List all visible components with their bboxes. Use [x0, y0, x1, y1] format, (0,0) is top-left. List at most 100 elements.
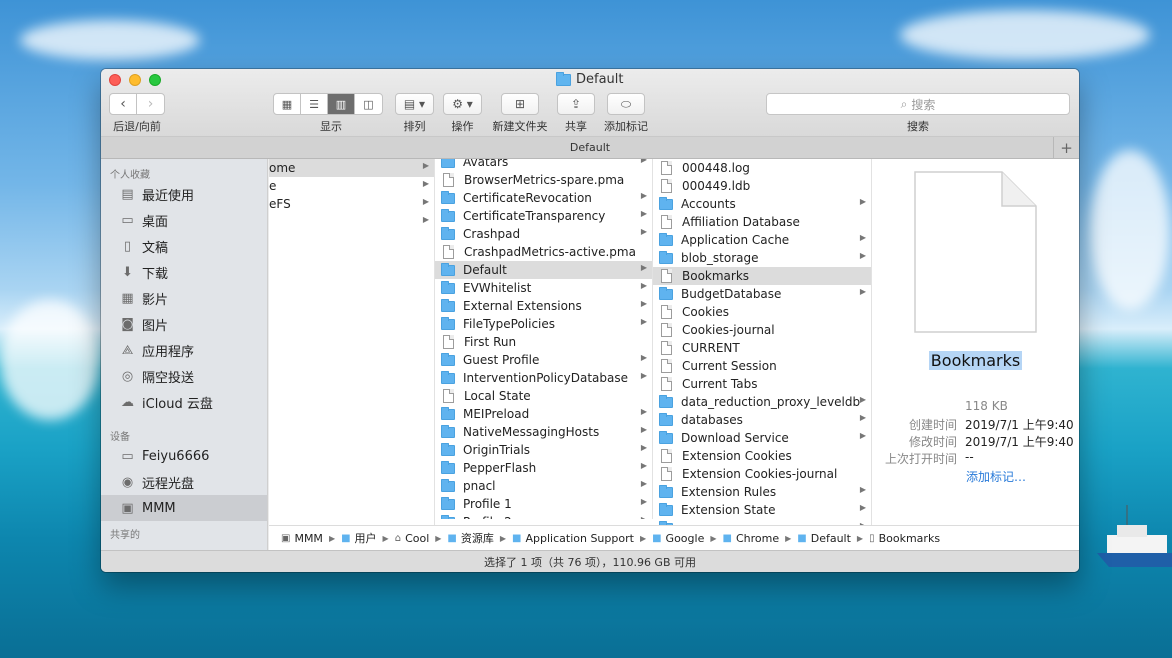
sidebar-item-applications[interactable]: ⟁ 应用程序 [101, 337, 267, 363]
forward-button[interactable]: › [137, 94, 164, 114]
folder-row[interactable]: PepperFlash ▶ [435, 459, 652, 477]
folder-row[interactable]: Profile 1 ▶ [435, 495, 652, 513]
row-label: CertificateRevocation [463, 191, 592, 205]
tags-button[interactable]: ⬭ [607, 93, 645, 115]
folder-icon: ■ [797, 532, 807, 544]
file-row[interactable]: Local State [435, 387, 652, 405]
folder-row[interactable]: ▶ [269, 213, 434, 231]
path-segment[interactable]: ■ Default [797, 532, 851, 545]
path-segment[interactable]: ■ 资源库 [447, 530, 493, 546]
folder-row[interactable]: Crashpad ▶ [435, 225, 652, 243]
sidebar-item-disk[interactable]: ▣ MMM [101, 495, 267, 521]
file-icon [443, 389, 454, 403]
folder-row[interactable]: databases ▶ [653, 411, 871, 429]
sidebar-item-icloud[interactable]: ☁ iCloud 云盘 [101, 389, 267, 415]
path-segment[interactable]: ■ Application Support [512, 532, 634, 545]
folder-row[interactable]: eFS ▶ [269, 195, 434, 213]
chevron-right-icon: ▶ [710, 533, 717, 543]
view-mode-control: ▦ ☰ ▥ ◫ [273, 93, 383, 115]
sidebar-item-documents[interactable]: ▯ 文稿 [101, 233, 267, 259]
file-row[interactable]: 000448.log [653, 159, 871, 177]
zoom-button[interactable] [149, 74, 161, 86]
file-row[interactable]: Current Session [653, 357, 871, 375]
gallery-view-button[interactable]: ◫ [355, 94, 382, 114]
folder-row[interactable]: External Extensions ▶ [435, 297, 652, 315]
file-icon [661, 323, 672, 337]
file-icon [661, 341, 672, 355]
folder-row[interactable]: Profile 2 ▶ [435, 513, 652, 519]
folder-row[interactable]: InterventionPolicyDatabase ▶ [435, 369, 652, 387]
folder-row[interactable]: NativeMessagingHosts ▶ [435, 423, 652, 441]
minimize-button[interactable] [129, 74, 141, 86]
folder-row[interactable]: MEIPreload ▶ [435, 405, 652, 423]
folder-icon [441, 190, 455, 204]
folder-row[interactable]: Application Cache ▶ [653, 231, 871, 249]
title-bar: Default ‹ › 后退/向前 ▦ ☰ ▥ ◫ 显示 ▤ ▾ 排列 ⚙ ▾ … [101, 69, 1079, 137]
path-segment[interactable]: ▣ MMM [281, 532, 323, 545]
folder-row[interactable]: Extension State ▶ [653, 501, 871, 519]
add-tags-link[interactable]: 添加标记… [966, 468, 1026, 485]
sidebar-item-pictures[interactable]: ◙ 图片 [101, 311, 267, 337]
action-button[interactable]: ⚙ ▾ [443, 93, 482, 115]
new-tab-button[interactable]: + [1053, 137, 1079, 159]
path-segment[interactable]: ■ Chrome [723, 532, 780, 545]
folder-row[interactable]: data_reduction_proxy_leveldb ▶ [653, 393, 871, 411]
tags-label: 添加标记 [604, 120, 648, 133]
arrange-button[interactable]: ▤ ▾ [395, 93, 434, 115]
folder-row[interactable]: CertificateRevocation ▶ [435, 189, 652, 207]
new-folder-button[interactable]: ⊞ [501, 93, 539, 115]
folder-row[interactable]: Guest Profile ▶ [435, 351, 652, 369]
sidebar-item-airdrop[interactable]: ◎ 隔空投送 [101, 363, 267, 389]
chevron-right-icon: ▶ [859, 197, 866, 206]
close-button[interactable] [109, 74, 121, 86]
file-row[interactable]: Cookies-journal [653, 321, 871, 339]
path-segment[interactable]: ■ 用户 [341, 530, 376, 546]
file-row[interactable]: Extension Cookies [653, 447, 871, 465]
folder-icon [441, 514, 455, 519]
sidebar-item-desktop[interactable]: ▭ 桌面 [101, 207, 267, 233]
sidebar-item-recents[interactable]: ▤ 最近使用 [101, 181, 267, 207]
sidebar-item-disc[interactable]: ◉ 远程光盘 [101, 469, 267, 495]
folder-row[interactable]: BudgetDatabase ▶ [653, 285, 871, 303]
back-button[interactable]: ‹ [110, 94, 137, 114]
sidebar-item-downloads[interactable]: ⬇ 下载 [101, 259, 267, 285]
folder-row[interactable]: OriginTrials ▶ [435, 441, 652, 459]
row-label: BudgetDatabase [681, 287, 782, 301]
folder-row[interactable]: Extension Rules ▶ [653, 483, 871, 501]
file-row[interactable]: Current Tabs [653, 375, 871, 393]
file-row[interactable]: First Run [435, 333, 652, 351]
folder-row[interactable]: CertificateTransparency ▶ [435, 207, 652, 225]
file-row[interactable]: Bookmarks [653, 267, 871, 285]
file-row[interactable]: CURRENT [653, 339, 871, 357]
file-row[interactable]: 000449.ldb [653, 177, 871, 195]
share-button[interactable]: ⇪ [557, 93, 595, 115]
sidebar-item-label: iCloud 云盘 [142, 396, 213, 412]
path-segment[interactable]: ■ Google [652, 532, 704, 545]
cloud [0, 300, 100, 420]
folder-row[interactable]: Default ▶ [435, 261, 652, 279]
folder-row[interactable]: Avatars ▶ [435, 159, 652, 171]
file-row[interactable]: BrowserMetrics-spare.pma [435, 171, 652, 189]
folder-row[interactable]: e ▶ [269, 177, 434, 195]
file-row[interactable]: Extension Cookies-journal [653, 465, 871, 483]
folder-row[interactable]: EVWhitelist ▶ [435, 279, 652, 297]
list-view-button[interactable]: ☰ [301, 94, 328, 114]
path-segment[interactable]: ⌂ Cool [395, 532, 430, 545]
file-row[interactable]: Affiliation Database [653, 213, 871, 231]
path-segment[interactable]: ▯ Bookmarks [869, 532, 940, 545]
column-view-button[interactable]: ▥ [328, 94, 355, 114]
tab-default[interactable]: Default [570, 141, 610, 154]
folder-row[interactable]: Accounts ▶ [653, 195, 871, 213]
sidebar-item-laptop[interactable]: ▭ Feiyu6666 [101, 443, 267, 469]
folder-row[interactable]: FileTypePolicies ▶ [435, 315, 652, 333]
home-icon: ⌂ [394, 532, 402, 544]
folder-row[interactable]: blob_storage ▶ [653, 249, 871, 267]
folder-row[interactable]: Download Service ▶ [653, 429, 871, 447]
file-row[interactable]: Cookies [653, 303, 871, 321]
search-field[interactable]: ⌕ 搜索 [766, 93, 1070, 115]
icon-view-button[interactable]: ▦ [274, 94, 301, 114]
file-row[interactable]: CrashpadMetrics-active.pma [435, 243, 652, 261]
folder-row[interactable]: ome ▶ [269, 159, 434, 177]
sidebar-item-movies[interactable]: ▦ 影片 [101, 285, 267, 311]
folder-row[interactable]: pnacl ▶ [435, 477, 652, 495]
